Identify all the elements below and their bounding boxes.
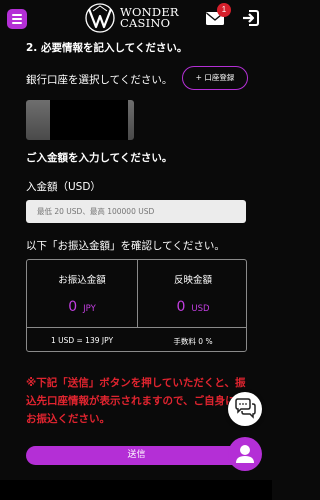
login-icon[interactable] (241, 8, 261, 28)
divider (137, 260, 138, 327)
bottom-bar (0, 480, 272, 500)
transfer-amount-value: 0 (68, 299, 78, 315)
submit-button[interactable]: 送信 (26, 446, 247, 465)
divider (27, 327, 246, 328)
logo[interactable]: WONDER CASINO (84, 2, 204, 34)
exchange-rate: 1 USD = 139 JPY (50, 336, 114, 345)
step-title: 2. 必要情報を記入してください。 (26, 42, 188, 54)
amount-label: 入金額（USD） (26, 181, 101, 193)
reflected-amount-label: 反映金額 (173, 275, 212, 286)
user-button[interactable] (228, 437, 262, 471)
menu-icon[interactable] (7, 9, 27, 29)
logo-mark-icon (85, 3, 115, 33)
summary-box: お振込金額 0 JPY 反映金額 0 USD 1 USD = 139 JPY 手数料… (26, 259, 247, 352)
chat-icon (235, 398, 256, 419)
logo-text: WONDER CASINO (120, 6, 179, 30)
amount-instruction: ご入金額を入力してください。 (26, 152, 173, 164)
transfer-amount-unit: JPY (83, 304, 96, 314)
notice-text: ※下記「送信」ボタンを押していただくと、振込先口座情報が表示されますので、ご自身… (26, 377, 247, 425)
header: WONDER CASINO 1 (0, 0, 272, 37)
confirm-title: 以下「お振込金額」を確認してください。 (26, 240, 225, 252)
user-icon (236, 445, 254, 463)
reflected-amount-value: 0 (176, 299, 186, 315)
bank-select-label: 銀行口座を選択してください。 (26, 74, 173, 86)
transfer-amount-label: お振込金額 (58, 275, 106, 286)
reflected-amount-unit: USD (191, 304, 210, 314)
transfer-amount: 0 JPY (27, 296, 137, 315)
mail-badge: 1 (217, 3, 231, 17)
reflected-amount: 0 USD (138, 296, 248, 315)
redacted-bank-logo (50, 100, 128, 140)
add-bank-button[interactable]: + 口座登録 (182, 66, 248, 90)
amount-input[interactable] (26, 200, 246, 223)
logo-line2: CASINO (120, 16, 171, 30)
fee: 手数料 0 % (173, 337, 213, 346)
bank-account-card[interactable] (26, 100, 134, 140)
chat-button[interactable] (228, 392, 262, 426)
